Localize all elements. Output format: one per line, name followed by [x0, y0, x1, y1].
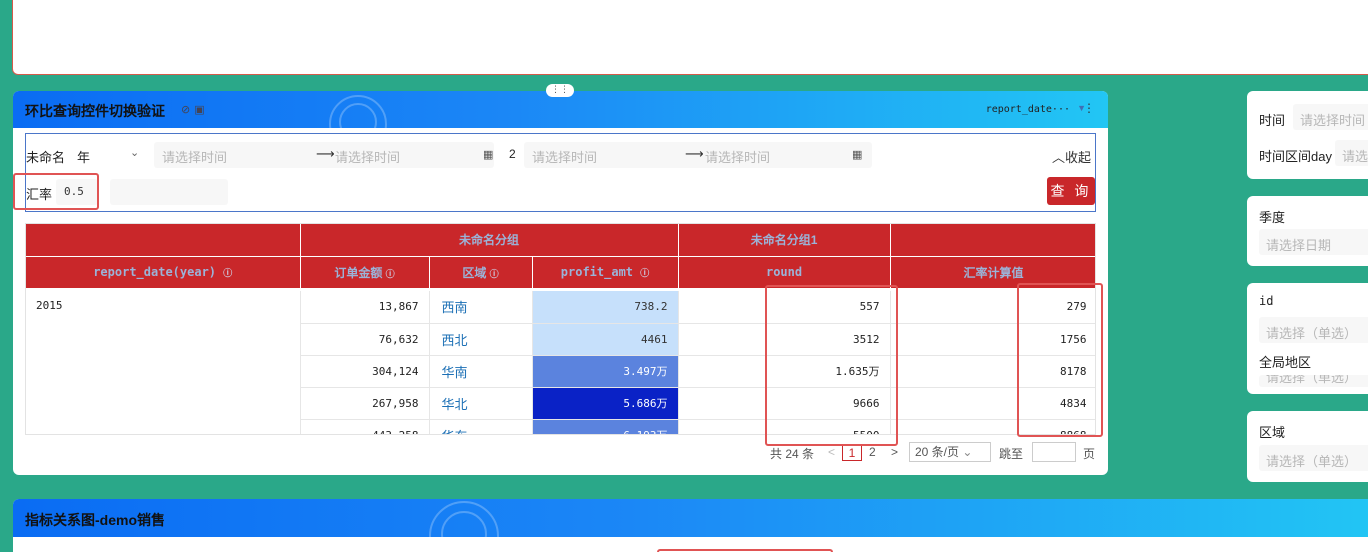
- time-placeholder: 请选择时间: [1300, 113, 1366, 128]
- region-all-label: 全局地区: [1259, 355, 1312, 370]
- range-placeholder: 请选: [1342, 149, 1368, 164]
- rate-extra-input[interactable]: [110, 179, 228, 205]
- group-header-1: 未命名分组: [300, 224, 679, 257]
- drag-handle[interactable]: ⋮⋮: [546, 84, 574, 97]
- more-icon[interactable]: ⋮: [1083, 101, 1095, 115]
- cell-region[interactable]: 西南: [429, 291, 533, 324]
- next-page-button[interactable]: >: [891, 445, 898, 459]
- collapse-button[interactable]: ︿收起: [1052, 147, 1091, 166]
- sidebar-area-card: 区域 请选择（单选）: [1247, 411, 1368, 482]
- title-icons[interactable]: ⊘▣: [181, 103, 209, 116]
- id-label: id: [1259, 294, 1274, 308]
- region-all-input[interactable]: 请选择（单选）: [1259, 375, 1368, 387]
- season-label: 季度: [1259, 210, 1286, 225]
- start-date-2[interactable]: 请选择时间: [532, 147, 597, 166]
- cell-region[interactable]: 华北: [429, 387, 533, 420]
- cell-profit: 4461: [532, 323, 679, 356]
- highlight-rate-value-box: [1017, 283, 1103, 437]
- highlight-rate-box: [13, 173, 99, 210]
- page-2-button[interactable]: 2: [869, 445, 876, 459]
- calendar-icon[interactable]: ▦: [852, 148, 862, 161]
- table-row: 2015 13,867 西南 738.2 557 279: [26, 291, 1095, 434]
- sidebar-id-card: id 请选择（单选） 全局地区 请选择（单选）: [1247, 283, 1368, 394]
- time-label: 时间: [1259, 113, 1286, 128]
- col-amount[interactable]: 订单金额 ⓘ: [300, 256, 430, 289]
- total-count: 共 24 条: [770, 447, 815, 461]
- page-1-button[interactable]: 1: [842, 445, 862, 461]
- second-index: 2: [509, 147, 516, 161]
- id-placeholder: 请选择（单选）: [1266, 326, 1358, 341]
- data-table: 未命名分组 未命名分组1 report_date(year) ⓘ 订单金额 ⓘ …: [25, 223, 1096, 435]
- granularity-select[interactable]: 年: [77, 147, 90, 166]
- header-field-selector[interactable]: report_date···: [986, 104, 1070, 115]
- arrow-icon: ⟶: [316, 146, 335, 161]
- info-icon[interactable]: ⓘ: [640, 269, 649, 279]
- panel-title: 环比查询控件切换验证: [25, 103, 165, 119]
- cell-amount: 443,258: [300, 419, 430, 434]
- jump-input[interactable]: [1032, 442, 1076, 462]
- area-label: 区域: [1259, 425, 1286, 440]
- region-all-placeholder: 请选择（单选）: [1266, 375, 1358, 385]
- col-region[interactable]: 区域 ⓘ: [429, 256, 533, 289]
- chevron-up-icon: ︿: [1051, 150, 1065, 165]
- table-body: 2015 13,867 西南 738.2 557 279 76,632 西北 4461 3512 1…: [26, 288, 1095, 434]
- jump-label: 跳至: [999, 447, 1024, 461]
- group-header-2: 未命名分组1: [678, 224, 891, 257]
- end-date-2[interactable]: 请选择时间: [705, 147, 770, 166]
- highlight-round-box: [765, 285, 898, 446]
- cell-region[interactable]: 西北: [429, 323, 533, 356]
- cell-amount: 304,124: [300, 355, 430, 388]
- info-icon[interactable]: ⓘ: [223, 269, 232, 279]
- header-blank: [890, 224, 1095, 257]
- header-blank: [26, 224, 301, 257]
- sidebar-time-card: 时间 请选择时间 时间区间day 请选: [1247, 91, 1368, 179]
- sidebar-season-card: 季度 请选择日期: [1247, 196, 1368, 266]
- arrow-icon: ⟶: [685, 146, 704, 161]
- cell-amount: 267,958: [300, 387, 430, 420]
- info-icon[interactable]: ⓘ: [490, 269, 499, 279]
- season-placeholder: 请选择日期: [1266, 238, 1332, 253]
- cell-profit: 3.497万: [532, 355, 679, 388]
- query-button[interactable]: 查 询: [1047, 177, 1095, 205]
- range-label: 时间区间day: [1259, 149, 1332, 164]
- bottom-panel-title: 指标关系图-demo销售: [25, 512, 165, 528]
- comparison-panel: 环比查询控件切换验证 ⊘▣ report_date··· ▼ ⋮ 未命名 年 ⌄…: [13, 91, 1108, 475]
- area-placeholder: 请选择（单选）: [1266, 454, 1358, 469]
- unnamed-label: 未命名: [26, 150, 66, 165]
- cell-region[interactable]: 华南: [429, 355, 533, 388]
- top-panel: [12, 0, 1368, 75]
- chevron-down-icon: ⌄: [962, 445, 973, 459]
- page-suffix: 页: [1083, 447, 1096, 461]
- filter-area: 未命名 年 ⌄ 请选择时间 ⟶ 请选择时间 ▦ 2 请选择时间 ⟶ 请选择时间 …: [25, 133, 1096, 212]
- cell-profit: 738.2: [532, 291, 679, 324]
- cell-profit: 5.686万: [532, 387, 679, 420]
- cell-amount: 13,867: [300, 291, 430, 324]
- info-icon[interactable]: ⓘ: [386, 269, 395, 279]
- start-date-1[interactable]: 请选择时间: [162, 147, 227, 166]
- col-report-date[interactable]: report_date(year) ⓘ: [26, 256, 301, 289]
- calendar-icon[interactable]: ▦: [483, 148, 493, 161]
- cell-amount: 76,632: [300, 323, 430, 356]
- bottom-panel-header: 指标关系图-demo销售: [13, 499, 1368, 537]
- prev-page-button[interactable]: <: [828, 445, 835, 459]
- page-size-select[interactable]: 20 条/页 ⌄: [909, 442, 991, 462]
- cell-region[interactable]: 华东: [429, 419, 533, 434]
- col-profit[interactable]: profit_amt ⓘ: [532, 256, 679, 289]
- chevron-down-icon[interactable]: ⌄: [130, 146, 139, 159]
- cell-profit: 6.193万: [532, 419, 679, 434]
- col-round[interactable]: round: [678, 256, 891, 289]
- end-date-1[interactable]: 请选择时间: [335, 147, 400, 166]
- cell-year: 2015: [26, 291, 301, 434]
- metric-relation-panel: 指标关系图-demo销售: [13, 499, 1368, 552]
